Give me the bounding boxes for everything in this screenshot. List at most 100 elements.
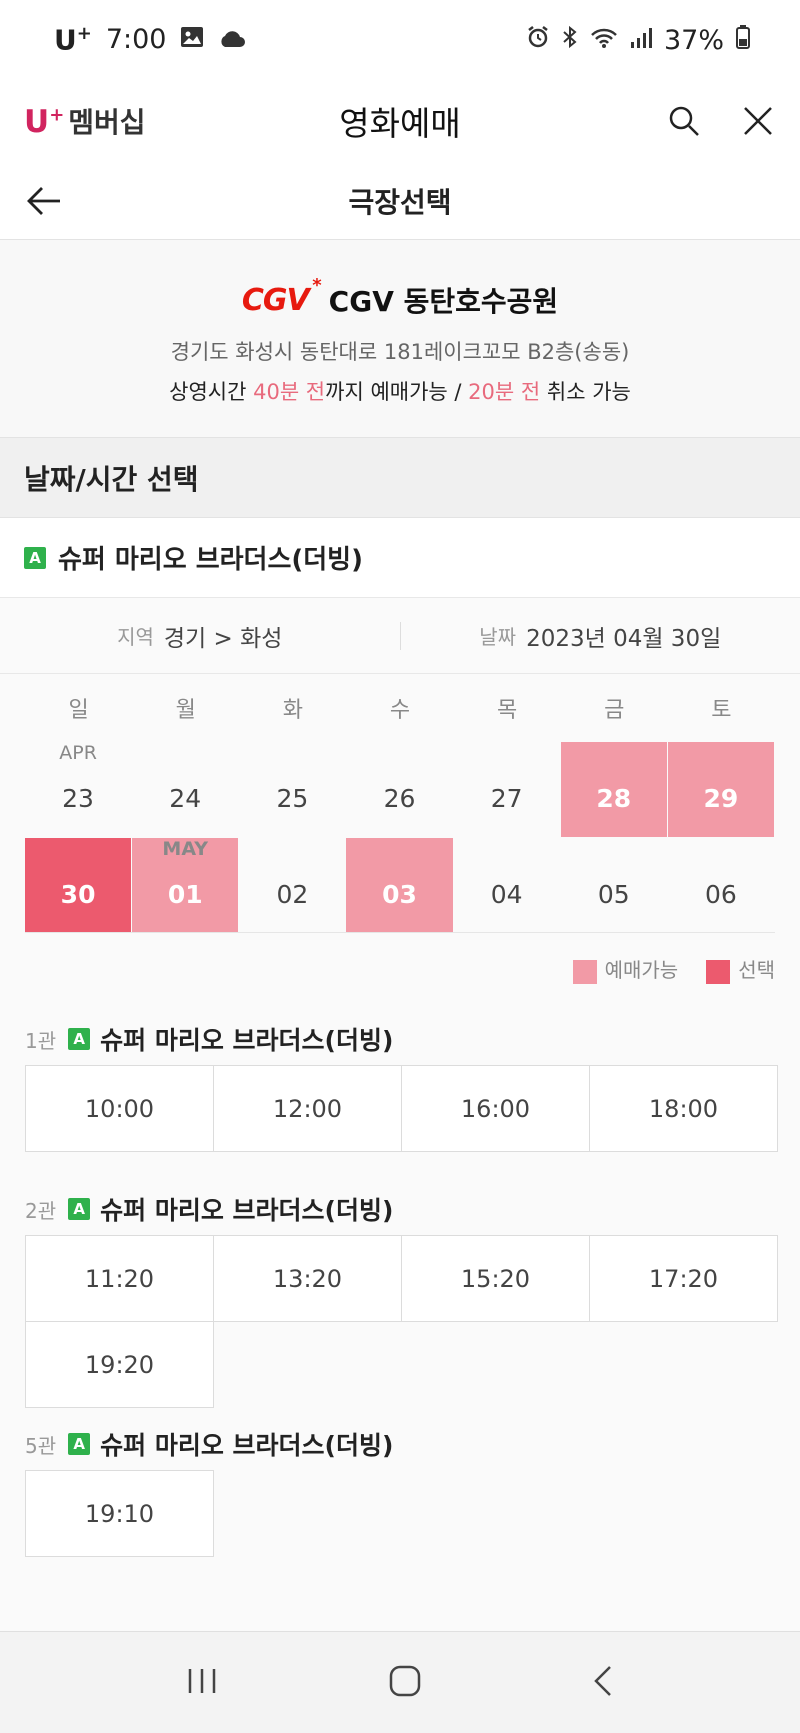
booking-notice: 상영시간 40분 전까지 예매가능 / 20분 전 취소 가능 <box>169 380 631 404</box>
calendar-divider <box>25 932 775 933</box>
showtime-list: 1관 A 슈퍼 마리오 브라더스(더빙) 10:00 12:00 16:00 18:00 2관… <box>0 999 800 1631</box>
date-number: 05 <box>597 880 630 909</box>
date-cell-05[interactable]: 05 <box>561 838 667 933</box>
back-icon[interactable] <box>591 1664 615 1702</box>
signal-icon <box>630 25 652 56</box>
rating-badge: A <box>68 1433 91 1455</box>
showtime-button[interactable]: 17:20 <box>589 1235 778 1322</box>
screen-title: 2관 A 슈퍼 마리오 브라더스(더빙) <box>25 1191 393 1227</box>
weekday-label: 토 <box>711 698 732 723</box>
status-bar: U+ 7:00 37% <box>0 0 800 80</box>
date-cell-02[interactable]: 02 <box>239 838 345 933</box>
bluetooth-icon <box>562 25 578 56</box>
screen-movie-title: 슈퍼 마리오 브라더스(더빙) <box>100 1026 394 1055</box>
theater-info: CGV CGV 동탄호수공원 경기도 화성시 동탄대로 181레이크꼬모 B2층… <box>0 240 800 438</box>
date-number: 03 <box>382 880 417 909</box>
showtime-button[interactable]: 19:20 <box>25 1321 214 1408</box>
showtime-button[interactable]: 11:20 <box>25 1235 214 1322</box>
showtime-button[interactable]: 10:00 <box>25 1065 214 1152</box>
date-number: 23 <box>62 784 94 813</box>
back-arrow-icon[interactable] <box>26 182 64 220</box>
month-label: MAY <box>162 838 208 860</box>
app-header: U+ 멤버십 영화예매 <box>0 80 800 162</box>
date-cell-23[interactable]: APR 23 <box>25 742 131 837</box>
date-cell-29[interactable]: 29 <box>667 742 774 837</box>
selected-movie: A 슈퍼 마리오 브라더스(더빙) <box>0 518 800 598</box>
hall-label: 5관 <box>25 1433 57 1458</box>
movie-title: 슈퍼 마리오 브라더스(더빙) <box>58 545 363 575</box>
brand-logo[interactable]: U+ 멤버십 <box>24 101 146 141</box>
showtime-button[interactable]: 15:20 <box>401 1235 590 1322</box>
alarm-icon <box>526 25 550 56</box>
date-calendar: 일 월 화 수 목 금 토 APR 23 24 25 26 27 28 29 30 MAY 01 02 03 04 05… <box>0 674 800 999</box>
date-cell-30[interactable]: 30 <box>25 838 132 933</box>
wifi-icon <box>590 25 618 56</box>
date-number: 02 <box>276 880 309 909</box>
screen-title: 5관 A 슈퍼 마리오 브라더스(더빙) <box>25 1426 393 1462</box>
rating-badge: A <box>68 1198 91 1220</box>
month-label: APR <box>59 742 97 764</box>
search-icon[interactable] <box>666 103 702 139</box>
date-number: 04 <box>490 880 523 909</box>
sub-header: 극장선택 <box>0 162 800 240</box>
screen-title: 1관 A 슈퍼 마리오 브라더스(더빙) <box>25 1021 393 1057</box>
page-title: 극장선택 <box>348 185 452 219</box>
date-cell-04[interactable]: 04 <box>454 838 560 933</box>
showtime-button[interactable]: 16:00 <box>401 1065 590 1152</box>
home-icon[interactable] <box>388 1664 422 1702</box>
date-cell-26[interactable]: 26 <box>346 742 452 837</box>
filter-bar: 지역 경기 > 화성 날짜 2023년 04월 30일 <box>0 598 800 674</box>
date-cell-01[interactable]: MAY 01 <box>132 838 239 933</box>
legend-available: 예매가능 <box>572 954 678 984</box>
date-cell-03[interactable]: 03 <box>346 838 453 933</box>
weekday-label: 월 <box>175 698 196 723</box>
date-cell-25[interactable]: 25 <box>239 742 345 837</box>
carrier-label: U+ <box>54 23 92 57</box>
date-cell-27[interactable]: 27 <box>454 742 560 837</box>
screen-movie-title: 슈퍼 마리오 브라더스(더빙) <box>100 1431 394 1460</box>
hall-label: 2관 <box>25 1198 57 1223</box>
date-number: 01 <box>167 880 203 909</box>
weekday-label: 목 <box>497 698 518 723</box>
date-filter[interactable]: 날짜 2023년 04월 30일 <box>401 619 800 653</box>
screen-movie-title: 슈퍼 마리오 브라더스(더빙) <box>100 1196 394 1225</box>
date-cell-06[interactable]: 06 <box>668 838 774 933</box>
system-nav-bar <box>0 1631 800 1733</box>
cloud-icon <box>218 24 246 55</box>
hall-label: 1관 <box>25 1028 57 1053</box>
calendar-legend: 예매가능 선택 <box>572 954 775 984</box>
region-filter[interactable]: 지역 경기 > 화성 <box>0 619 400 653</box>
gallery-icon <box>180 24 204 55</box>
section-title: 날짜/시간 선택 <box>0 438 800 518</box>
recent-apps-icon[interactable] <box>185 1666 219 1700</box>
weekday-header: 일월화수목금토 <box>25 692 775 724</box>
battery-icon <box>736 24 750 56</box>
showtime-button[interactable]: 12:00 <box>213 1065 402 1152</box>
status-time: 7:00 <box>105 24 167 56</box>
date-number: 25 <box>276 784 309 813</box>
weekday-label: 수 <box>389 698 411 723</box>
date-number: 28 <box>596 784 632 813</box>
date-grid: APR 23 24 25 26 27 28 29 30 MAY 01 02 03 04 05 06 <box>25 742 775 934</box>
showtime-button[interactable]: 13:20 <box>213 1235 402 1322</box>
theater-name: CGV 동탄호수공원 <box>328 285 559 318</box>
date-number: 26 <box>383 784 416 813</box>
date-cell-28[interactable]: 28 <box>560 742 667 837</box>
date-number: 29 <box>703 784 739 813</box>
close-icon[interactable] <box>740 103 776 139</box>
date-number: 27 <box>490 784 523 813</box>
theater-address: 경기도 화성시 동탄대로 181레이크꼬모 B2층(송동) <box>170 340 630 364</box>
legend-selected: 선택 <box>706 954 775 984</box>
date-cell-24[interactable]: 24 <box>132 742 238 837</box>
rating-badge: A <box>68 1028 91 1050</box>
date-number: 30 <box>60 880 96 909</box>
weekday-label: 금 <box>604 698 625 723</box>
date-number: 24 <box>169 784 202 813</box>
weekday-label: 화 <box>282 698 303 723</box>
rating-badge: A <box>24 546 46 569</box>
battery-percent: 37% <box>663 24 724 56</box>
showtime-button[interactable]: 18:00 <box>589 1065 778 1152</box>
showtime-button[interactable]: 19:10 <box>25 1470 214 1557</box>
weekday-label: 일 <box>68 698 89 723</box>
date-number: 06 <box>705 880 737 909</box>
